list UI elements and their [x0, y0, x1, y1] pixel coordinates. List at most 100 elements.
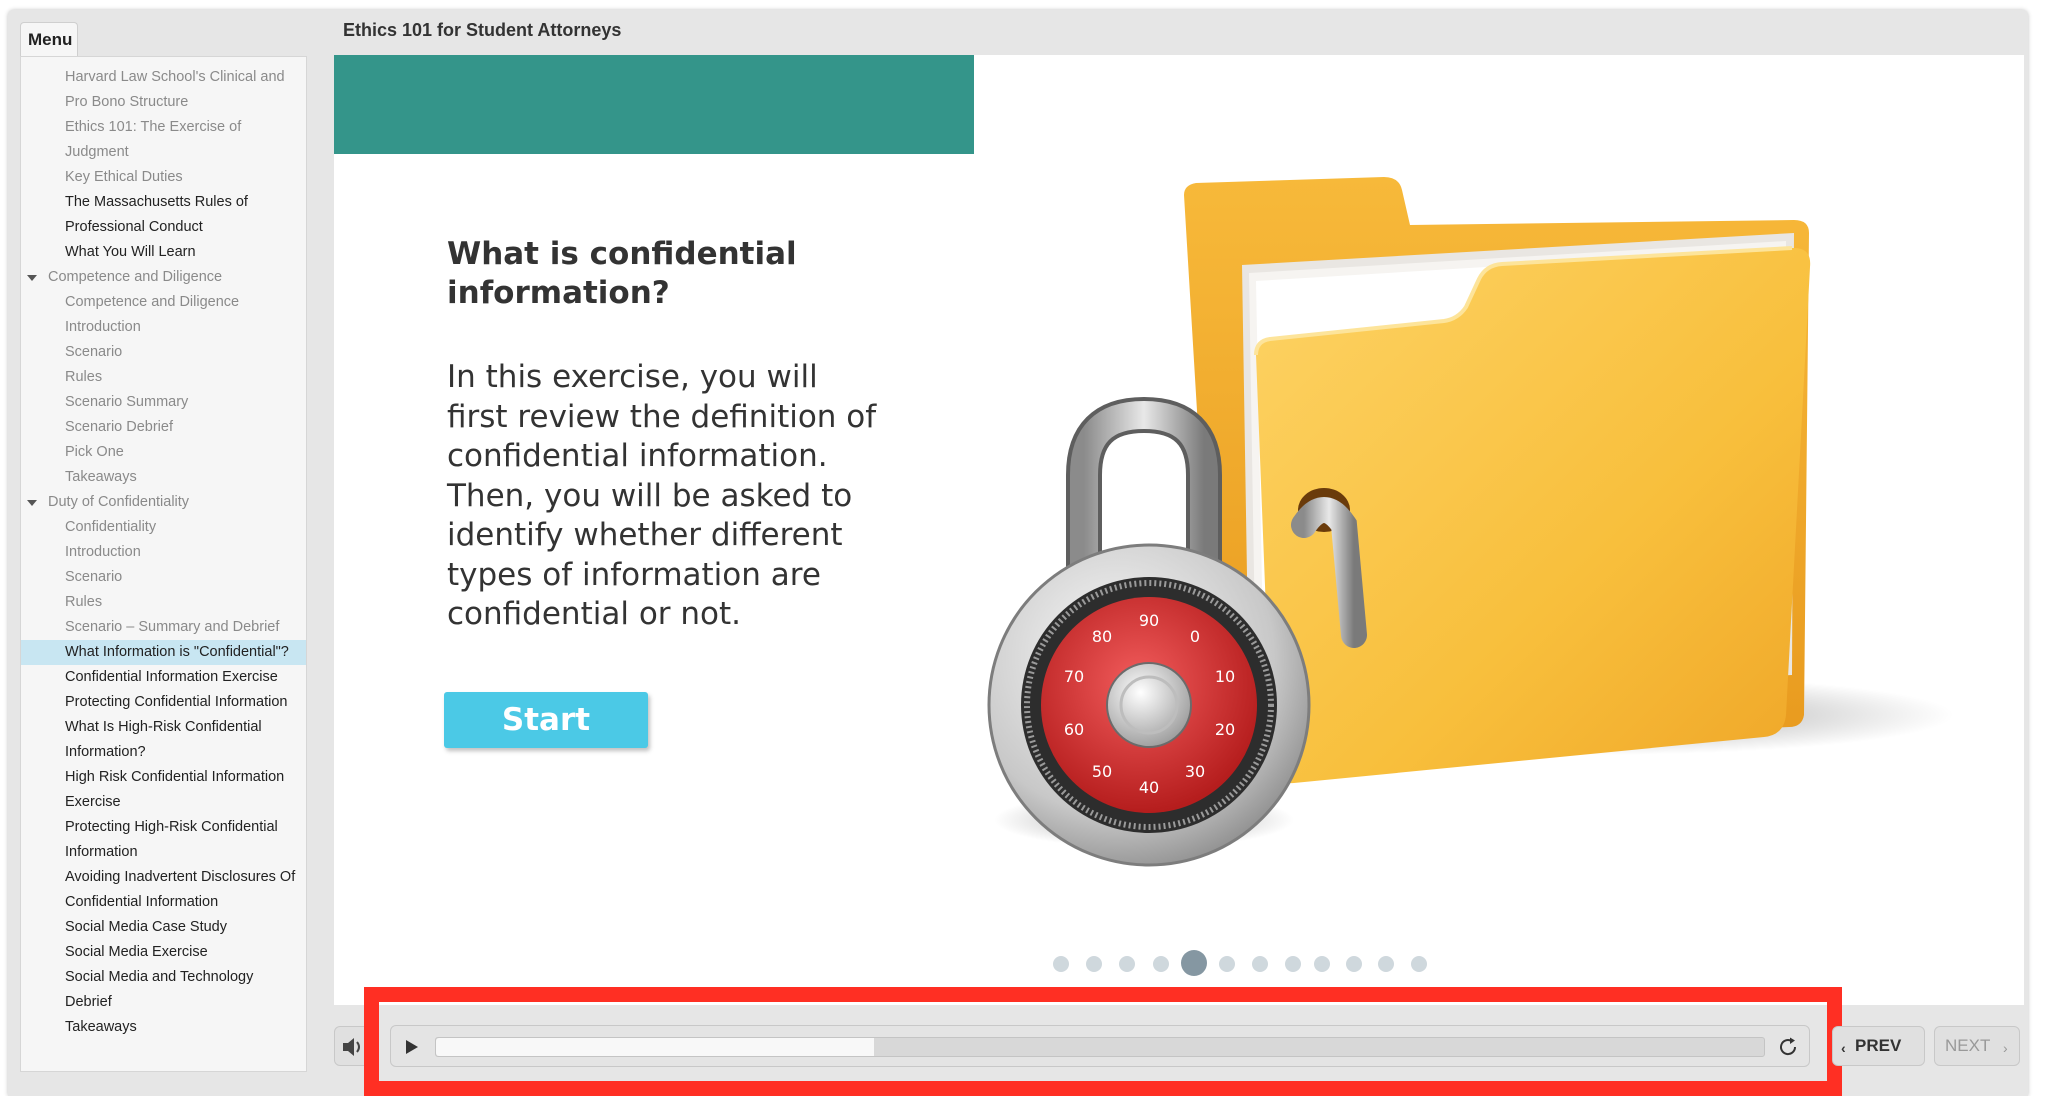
menu-item[interactable]: Confidential Information Exercise	[21, 665, 306, 690]
svg-text:0: 0	[1190, 627, 1200, 646]
menu-item[interactable]: Social Media and Technology Debrief	[21, 965, 306, 1015]
menu-item[interactable]: Takeaways	[21, 465, 306, 490]
menu-item-label: Takeaways	[65, 469, 137, 485]
menu-item[interactable]: Avoiding Inadvertent Disclosures Of Conf…	[21, 865, 306, 915]
teal-header-bar	[334, 55, 974, 154]
menu-item[interactable]: Introduction	[21, 315, 306, 340]
menu-item-label: Ethics 101: The Exercise of Judgment	[65, 119, 242, 160]
menu-item-label: Takeaways	[65, 1019, 137, 1035]
menu-item[interactable]: What Information is "Confidential"?	[21, 640, 306, 665]
highlight-box	[364, 987, 1842, 1096]
menu-item-label: Social Media Case Study	[65, 919, 227, 935]
svg-text:20: 20	[1215, 720, 1235, 739]
menu-item-label: Protecting Confidential Information	[65, 694, 288, 710]
pagination-dot[interactable]	[1252, 956, 1268, 972]
next-button[interactable]: NEXT ›	[1934, 1026, 2020, 1066]
menu-item[interactable]: Ethics 101: The Exercise of Judgment	[21, 115, 306, 165]
menu-item-label: Scenario	[65, 344, 123, 360]
menu-item-label: What You Will Learn	[65, 244, 196, 260]
prev-button[interactable]: ‹ PREV	[1832, 1026, 1925, 1066]
menu-item[interactable]: Scenario Debrief	[21, 415, 306, 440]
pagination-dot[interactable]	[1086, 956, 1102, 972]
pagination-dot[interactable]	[1119, 956, 1135, 972]
menu-item-label: Duty of Confidentiality	[48, 494, 190, 510]
menu-list: Harvard Law School's Clinical and Pro Bo…	[21, 57, 306, 1040]
pagination-dot[interactable]	[1411, 956, 1427, 972]
menu-item[interactable]: Scenario Summary	[21, 390, 306, 415]
slide: What is confidential information? In thi…	[334, 55, 2024, 1005]
menu-item[interactable]: Harvard Law School's Clinical and Pro Bo…	[21, 65, 306, 115]
menu-item-label: Confidential Information Exercise	[65, 669, 278, 685]
menu-item-label: Avoiding Inadvertent Disclosures Of Conf…	[65, 869, 296, 910]
menu-tab[interactable]: Menu	[20, 22, 78, 56]
slide-heading: What is confidential information?	[447, 236, 797, 311]
menu-item[interactable]: Scenario	[21, 340, 306, 365]
menu-item[interactable]: Competence and Diligence	[21, 290, 306, 315]
pagination-dot[interactable]	[1219, 956, 1235, 972]
menu-item[interactable]: Social Media Exercise	[21, 940, 306, 965]
menu-item-label: Scenario Debrief	[65, 419, 173, 435]
menu-section[interactable]: Competence and Diligence	[21, 265, 306, 290]
sidebar: Menu Harvard Law School's Clinical and P…	[20, 22, 307, 1072]
menu-item-label: What Is High-Risk Confidential Informati…	[65, 719, 262, 760]
menu-item[interactable]: Social Media Case Study	[21, 915, 306, 940]
menu-item[interactable]: Protecting Confidential Information	[21, 690, 306, 715]
svg-text:30: 30	[1185, 762, 1205, 781]
course-title: Ethics 101 for Student Attorneys	[343, 20, 622, 40]
menu-item-label: Harvard Law School's Clinical and Pro Bo…	[65, 69, 285, 110]
menu-item[interactable]: Rules	[21, 365, 306, 390]
menu-item-label: The Massachusetts Rules of Professional …	[65, 194, 248, 235]
menu-item-label: Rules	[65, 594, 103, 610]
next-label: NEXT	[1945, 1036, 1991, 1055]
menu-item[interactable]: High Risk Confidential Information Exerc…	[21, 765, 306, 815]
menu-item-label: Pick One	[65, 444, 124, 460]
menu-item-label: Protecting High-Risk Confidential Inform…	[65, 819, 278, 860]
pagination-dot[interactable]	[1346, 956, 1362, 972]
caret-down-icon[interactable]	[27, 500, 37, 506]
slide-pagination	[934, 948, 1834, 978]
svg-text:10: 10	[1215, 667, 1235, 686]
svg-text:90: 90	[1139, 611, 1159, 630]
menu-item[interactable]: Introduction	[21, 540, 306, 565]
chevron-right-icon: ›	[2003, 1040, 2008, 1056]
menu-item-label: Scenario	[65, 569, 123, 585]
menu-item-label: Social Media and Technology Debrief	[65, 969, 254, 1010]
menu-panel: Harvard Law School's Clinical and Pro Bo…	[20, 56, 307, 1072]
menu-item-label: Competence and Diligence	[48, 269, 223, 285]
menu-item[interactable]: Protecting High-Risk Confidential Inform…	[21, 815, 306, 865]
menu-item[interactable]: Rules	[21, 590, 306, 615]
pagination-dot[interactable]	[1285, 956, 1301, 972]
menu-item[interactable]: Takeaways	[21, 1015, 306, 1040]
menu-item[interactable]: Pick One	[21, 440, 306, 465]
menu-item-label: What Information is "Confidential"?	[65, 644, 289, 660]
pagination-dot[interactable]	[1314, 956, 1330, 972]
menu-item-label: Introduction	[65, 544, 141, 560]
menu-item[interactable]: Scenario	[21, 565, 306, 590]
menu-item-label: Introduction	[65, 319, 141, 335]
pagination-dot-current[interactable]	[1181, 950, 1207, 976]
menu-item[interactable]: Scenario – Summary and Debrief	[21, 615, 306, 640]
svg-text:50: 50	[1092, 762, 1112, 781]
pagination-dot[interactable]	[1153, 956, 1169, 972]
caret-down-icon[interactable]	[27, 275, 37, 281]
menu-section[interactable]: Duty of Confidentiality	[21, 490, 306, 515]
slide-body-text: In this exercise, you will first review …	[447, 359, 877, 632]
svg-text:80: 80	[1092, 627, 1112, 646]
svg-text:70: 70	[1064, 667, 1084, 686]
menu-item[interactable]: What You Will Learn	[21, 240, 306, 265]
menu-item-label: Scenario – Summary and Debrief	[65, 619, 280, 635]
start-button[interactable]: Start	[444, 692, 648, 748]
menu-item[interactable]: Key Ethical Duties	[21, 165, 306, 190]
menu-item-label: Rules	[65, 369, 103, 385]
menu-item[interactable]: Confidentiality	[21, 515, 306, 540]
menu-item-label: Key Ethical Duties	[65, 169, 183, 185]
chevron-left-icon: ‹	[1841, 1040, 1846, 1056]
pagination-dot[interactable]	[1053, 956, 1069, 972]
svg-text:40: 40	[1139, 778, 1159, 797]
pagination-dot[interactable]	[1378, 956, 1394, 972]
menu-item-label: Competence and Diligence	[65, 294, 240, 310]
menu-item[interactable]: What Is High-Risk Confidential Informati…	[21, 715, 306, 765]
menu-item-label: Scenario Summary	[65, 394, 189, 410]
menu-item[interactable]: The Massachusetts Rules of Professional …	[21, 190, 306, 240]
svg-text:60: 60	[1064, 720, 1084, 739]
